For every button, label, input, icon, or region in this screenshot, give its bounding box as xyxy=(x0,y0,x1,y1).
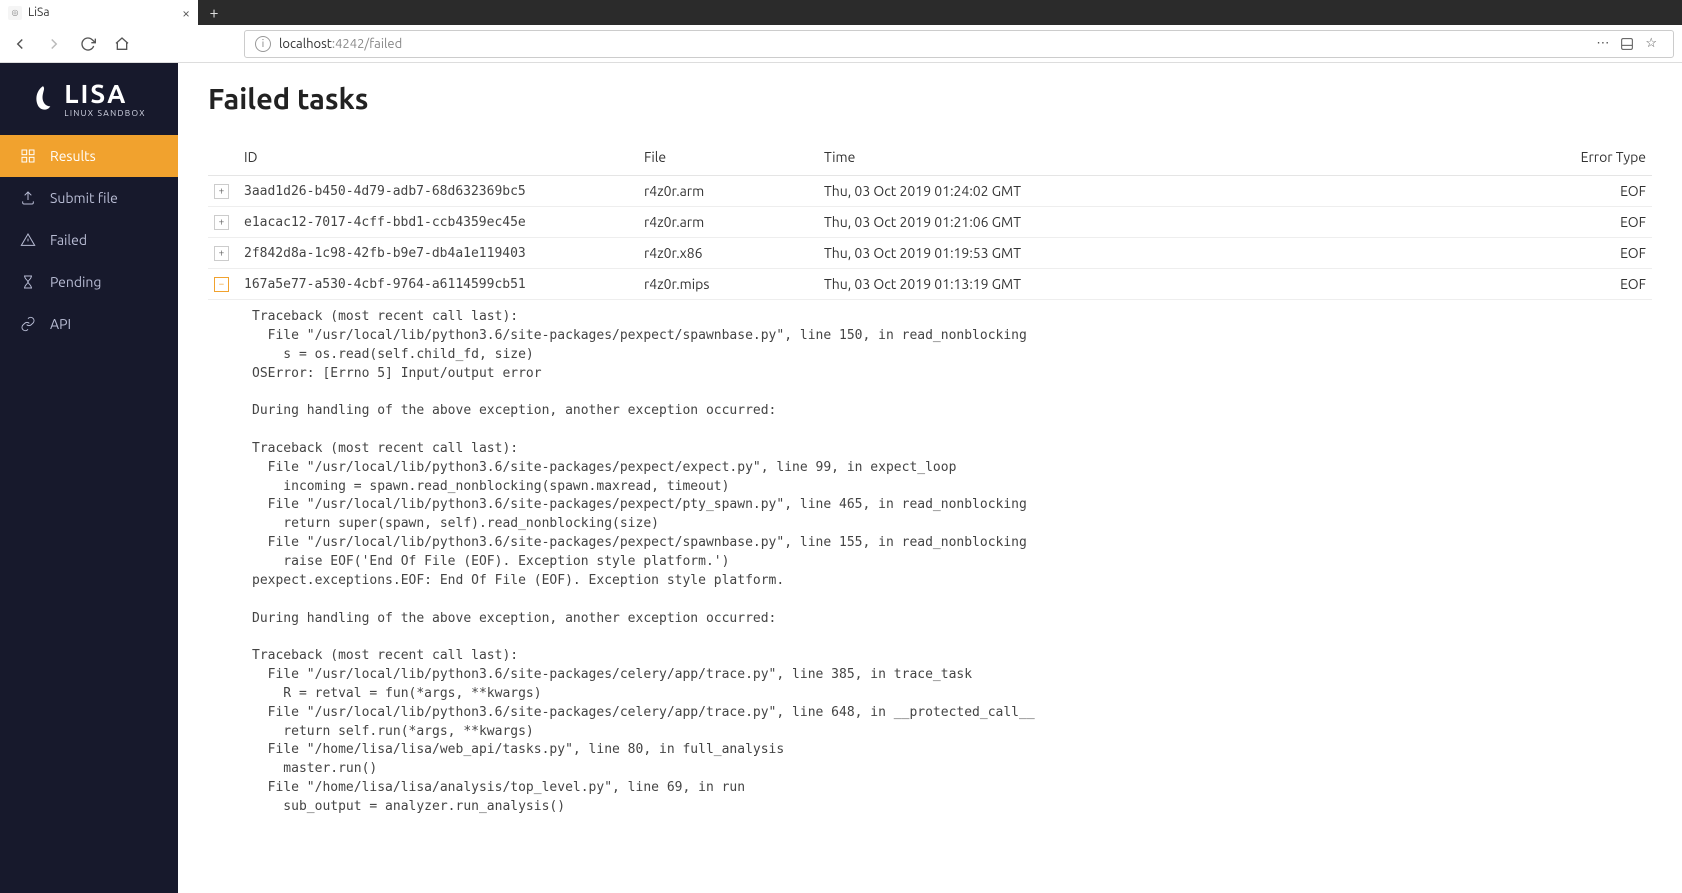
task-time: Thu, 03 Oct 2019 01:19:53 GMT xyxy=(818,238,1427,269)
forward-button[interactable] xyxy=(42,32,66,56)
task-error-type: EOF xyxy=(1427,176,1652,207)
table-row: + e1acac12-7017-4cff-bbd1-ccb4359ec45er4z… xyxy=(208,207,1652,238)
brand-name: LISA xyxy=(64,81,127,107)
url-path: :4242/failed xyxy=(332,37,402,51)
upload-icon xyxy=(20,190,36,206)
task-time: Thu, 03 Oct 2019 01:24:02 GMT xyxy=(818,176,1427,207)
tab-favicon: ◎ xyxy=(8,6,22,20)
col-id: ID xyxy=(238,139,638,176)
task-file: r4z0r.arm xyxy=(638,207,818,238)
browser-toolbar: i localhost:4242/failed ⋯ ☆ xyxy=(0,25,1682,63)
sidebar-item-label: API xyxy=(50,316,71,332)
brand-logo[interactable]: LISA LINUX SANDBOX xyxy=(0,63,178,135)
page-actions-icon[interactable]: ⋯ xyxy=(1596,36,1609,52)
task-id: e1acac12-7017-4cff-bbd1-ccb4359ec45e xyxy=(238,207,638,238)
bookmark-icon[interactable]: ☆ xyxy=(1645,36,1657,52)
task-error-type: EOF xyxy=(1427,207,1652,238)
sidebar-item-results[interactable]: Results xyxy=(0,135,178,177)
expand-toggle[interactable]: − xyxy=(214,277,229,292)
sidebar-item-label: Pending xyxy=(50,274,101,290)
task-error-type: EOF xyxy=(1427,238,1652,269)
task-id: 3aad1d26-b450-4d79-adb7-68d632369bc5 xyxy=(238,176,638,207)
sidebar-item-submit[interactable]: Submit file xyxy=(0,177,178,219)
new-tab-button[interactable]: + xyxy=(198,0,230,25)
url-bar[interactable]: i localhost:4242/failed ⋯ ☆ xyxy=(244,30,1674,58)
sidebar-item-label: Results xyxy=(50,148,96,164)
task-file: r4z0r.mips xyxy=(638,269,818,300)
failed-tasks-table: ID File Time Error Type +3aad1d26-b450-4… xyxy=(208,139,1652,817)
task-id: 2f842d8a-1c98-42fb-b9e7-db4a1e119403 xyxy=(238,238,638,269)
sidebar-item-failed[interactable]: Failed xyxy=(0,219,178,261)
url-host: localhost xyxy=(279,37,332,51)
task-file: r4z0r.arm xyxy=(638,176,818,207)
alert-icon xyxy=(20,232,36,248)
site-info-icon[interactable]: i xyxy=(255,36,271,52)
back-button[interactable] xyxy=(8,32,32,56)
traceback-text: Traceback (most recent call last): File … xyxy=(252,308,1646,817)
sidebar-nav: Results Submit file Failed Pending API xyxy=(0,135,178,345)
home-button[interactable] xyxy=(110,32,134,56)
table-row: +2f842d8a-1c98-42fb-b9e7-db4a1e119403r4z… xyxy=(208,238,1652,269)
task-time: Thu, 03 Oct 2019 01:13:19 GMT xyxy=(818,269,1427,300)
task-id: 167a5e77-a530-4cbf-9764-a6114599cb51 xyxy=(238,269,638,300)
brand-mark-icon xyxy=(32,84,54,114)
task-file: r4z0r.x86 xyxy=(638,238,818,269)
browser-tab-strip: ◎ LiSa × + xyxy=(0,0,1682,25)
table-row: −167a5e77-a530-4cbf-9764-a6114599cb51r4z… xyxy=(208,269,1652,300)
reader-mode-icon[interactable] xyxy=(1619,36,1635,52)
sidebar-item-label: Submit file xyxy=(50,190,118,206)
sidebar-item-pending[interactable]: Pending xyxy=(0,261,178,303)
task-time: Thu, 03 Oct 2019 01:21:06 GMT xyxy=(818,207,1427,238)
col-error-type: Error Type xyxy=(1427,139,1652,176)
brand-subtitle: LINUX SANDBOX xyxy=(64,109,146,118)
reload-button[interactable] xyxy=(76,32,100,56)
page-title: Failed tasks xyxy=(208,83,1652,115)
sidebar-item-label: Failed xyxy=(50,232,87,248)
col-file: File xyxy=(638,139,818,176)
grid-icon xyxy=(20,148,36,164)
browser-tab[interactable]: ◎ LiSa × xyxy=(0,0,198,25)
sidebar: LISA LINUX SANDBOX Results Submit file F… xyxy=(0,63,178,893)
table-row: +3aad1d26-b450-4d79-adb7-68d632369bc5r4z… xyxy=(208,176,1652,207)
expand-toggle[interactable]: + xyxy=(214,246,229,261)
link-icon xyxy=(20,316,36,332)
tab-title: LiSa xyxy=(28,6,50,19)
main-content: Failed tasks ID File Time Error Type +3a… xyxy=(178,63,1682,893)
close-tab-icon[interactable]: × xyxy=(182,5,190,21)
expand-toggle[interactable]: + xyxy=(214,184,229,199)
hourglass-icon xyxy=(20,274,36,290)
traceback-row: Traceback (most recent call last): File … xyxy=(208,300,1652,817)
col-time: Time xyxy=(818,139,1427,176)
expand-toggle[interactable]: + xyxy=(214,215,229,230)
sidebar-item-api[interactable]: API xyxy=(0,303,178,345)
task-error-type: EOF xyxy=(1427,269,1652,300)
